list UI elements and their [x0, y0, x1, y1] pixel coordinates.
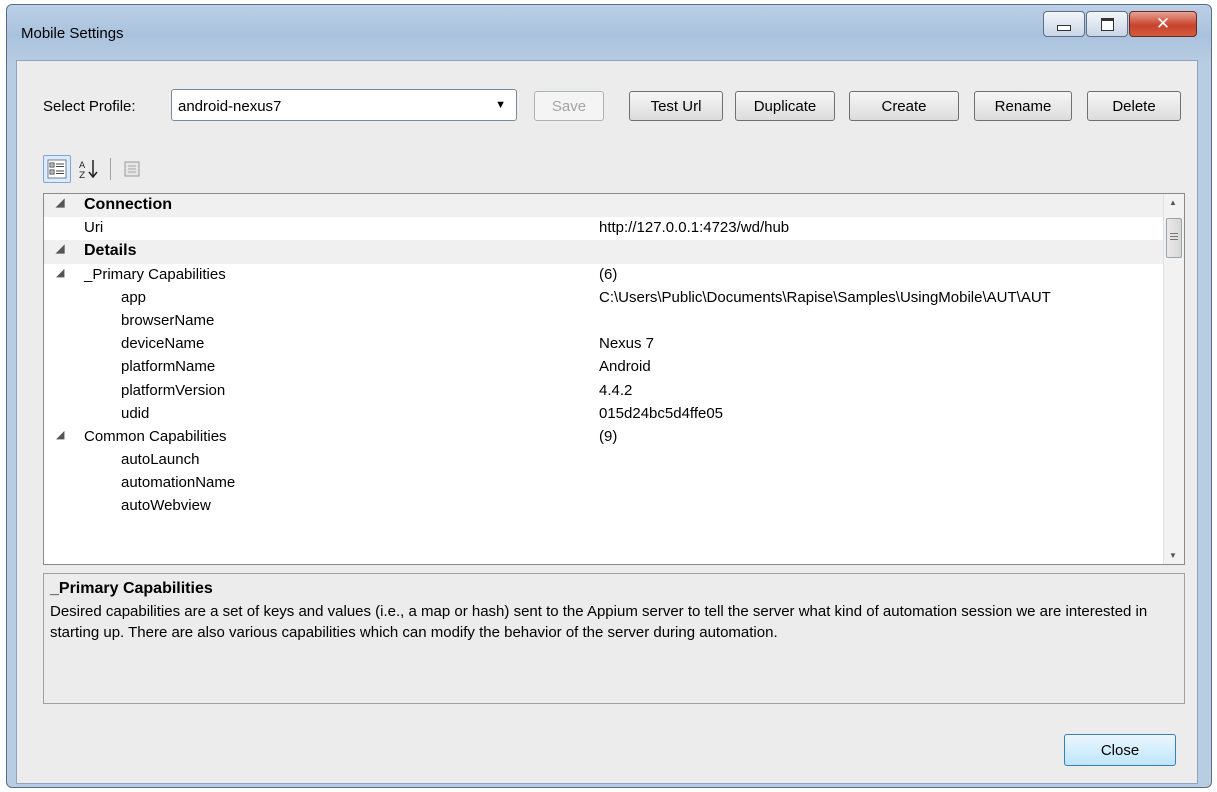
property-value[interactable]: 015d24bc5d4ffe05	[599, 405, 1165, 422]
close-window-button[interactable]: ✕	[1129, 11, 1197, 37]
description-text: Desired capabilities are a set of keys a…	[50, 603, 1148, 641]
minimize-button[interactable]	[1043, 11, 1085, 37]
duplicate-button[interactable]: Duplicate	[735, 91, 835, 121]
alphabetical-sort-button[interactable]: A Z	[75, 155, 103, 183]
category-connection[interactable]: ◢ Connection	[44, 194, 1184, 218]
svg-text:A: A	[79, 161, 86, 171]
property-name: app	[121, 288, 147, 306]
vertical-scrollbar[interactable]: ▲ ▼	[1163, 194, 1184, 564]
property-name: Uri	[84, 219, 104, 237]
dialog-client-area: Select Profile: android-nexus7 ▼ Save Te…	[16, 60, 1198, 784]
scroll-up-icon[interactable]: ▲	[1169, 198, 1177, 207]
category-label: Details	[84, 242, 137, 260]
property-grid: ◢ Connection Uri http://127.0.0.1:4723/w…	[43, 193, 1185, 565]
save-button[interactable]: Save	[534, 91, 604, 121]
property-row-autowebview[interactable]: autoWebview	[44, 495, 1184, 518]
property-name: autoLaunch	[121, 451, 200, 469]
scrollbar-thumb[interactable]	[1166, 218, 1182, 258]
property-value[interactable]: C:\Users\Public\Documents\Rapise\Samples…	[599, 289, 1165, 306]
category-label: Connection	[84, 196, 172, 213]
description-panel: _Primary Capabilities Desired capabiliti…	[43, 573, 1185, 704]
profile-dropdown-value: android-nexus7	[178, 98, 282, 115]
property-name: _Primary Capabilities	[84, 265, 226, 283]
property-pages-button[interactable]	[118, 155, 146, 183]
property-value: (6)	[599, 265, 618, 283]
category-details[interactable]: ◢ Details	[44, 240, 1184, 264]
property-row-autolaunch[interactable]: autoLaunch	[44, 449, 1184, 472]
svg-text:Z: Z	[79, 171, 85, 180]
maximize-button[interactable]	[1086, 11, 1128, 37]
property-name: udid	[121, 404, 150, 422]
property-row-udid[interactable]: udid 015d24bc5d4ffe05	[44, 403, 1184, 426]
property-value[interactable]: Nexus 7	[599, 335, 1165, 352]
expanded-triangle-icon[interactable]: ◢	[56, 428, 64, 441]
property-row-browsername[interactable]: browserName	[44, 310, 1184, 333]
property-value[interactable]: Android	[599, 358, 1165, 375]
close-icon: ✕	[1155, 14, 1171, 34]
scroll-down-icon[interactable]: ▼	[1169, 551, 1177, 560]
close-button[interactable]: Close	[1064, 734, 1176, 766]
property-name: platformName	[121, 358, 216, 376]
property-value[interactable]: 4.4.2	[599, 382, 1165, 399]
property-name: Common Capabilities	[84, 427, 227, 445]
profile-dropdown[interactable]: android-nexus7 ▼	[171, 89, 517, 121]
delete-button[interactable]: Delete	[1087, 91, 1181, 121]
property-row-primary-capabilities[interactable]: ◢ _Primary Capabilities (6)	[44, 264, 1184, 287]
property-row-app[interactable]: app C:\Users\Public\Documents\Rapise\Sam…	[44, 287, 1184, 310]
property-row-platformname[interactable]: platformName Android	[44, 356, 1184, 379]
categorized-view-button[interactable]	[43, 155, 71, 183]
property-grid-toolbar: A Z	[43, 155, 146, 183]
property-row-devicename[interactable]: deviceName Nexus 7	[44, 333, 1184, 356]
grip-icon	[1170, 233, 1178, 241]
property-row-uri[interactable]: Uri http://127.0.0.1:4723/wd/hub	[44, 217, 1184, 240]
mobile-settings-window: Mobile Settings ✕ Select Profile: androi…	[6, 4, 1212, 788]
toolbar-separator	[110, 158, 111, 180]
property-name: automationName	[121, 474, 236, 492]
test-url-button[interactable]: Test Url	[629, 91, 723, 121]
minimize-icon	[1057, 25, 1071, 31]
caption-buttons: ✕	[1043, 11, 1197, 37]
window-title: Mobile Settings	[21, 25, 124, 42]
description-title: _Primary Capabilities	[50, 580, 213, 597]
categorized-view-icon	[47, 159, 67, 179]
property-name: deviceName	[121, 335, 205, 353]
property-pages-icon	[124, 161, 140, 177]
property-row-automationname[interactable]: automationName	[44, 472, 1184, 495]
property-name: browserName	[121, 311, 215, 329]
expanded-triangle-icon[interactable]: ◢	[56, 266, 64, 279]
property-value: (9)	[599, 427, 618, 445]
chevron-down-icon: ▼	[495, 99, 506, 111]
property-name: platformVersion	[121, 381, 226, 399]
property-row-common-capabilities[interactable]: ◢ Common Capabilities (9)	[44, 426, 1184, 449]
maximize-icon	[1100, 17, 1114, 31]
property-value[interactable]: http://127.0.0.1:4723/wd/hub	[599, 219, 1165, 236]
property-name: autoWebview	[121, 497, 211, 515]
expanded-triangle-icon[interactable]: ◢	[56, 196, 64, 209]
title-bar: Mobile Settings ✕	[7, 5, 1211, 59]
property-row-platformversion[interactable]: platformVersion 4.4.2	[44, 380, 1184, 403]
rename-button[interactable]: Rename	[974, 91, 1072, 121]
create-button[interactable]: Create	[849, 91, 959, 121]
expanded-triangle-icon[interactable]: ◢	[56, 242, 64, 255]
sort-alphabetical-icon: A Z	[79, 160, 98, 180]
select-profile-label: Select Profile:	[43, 98, 136, 115]
